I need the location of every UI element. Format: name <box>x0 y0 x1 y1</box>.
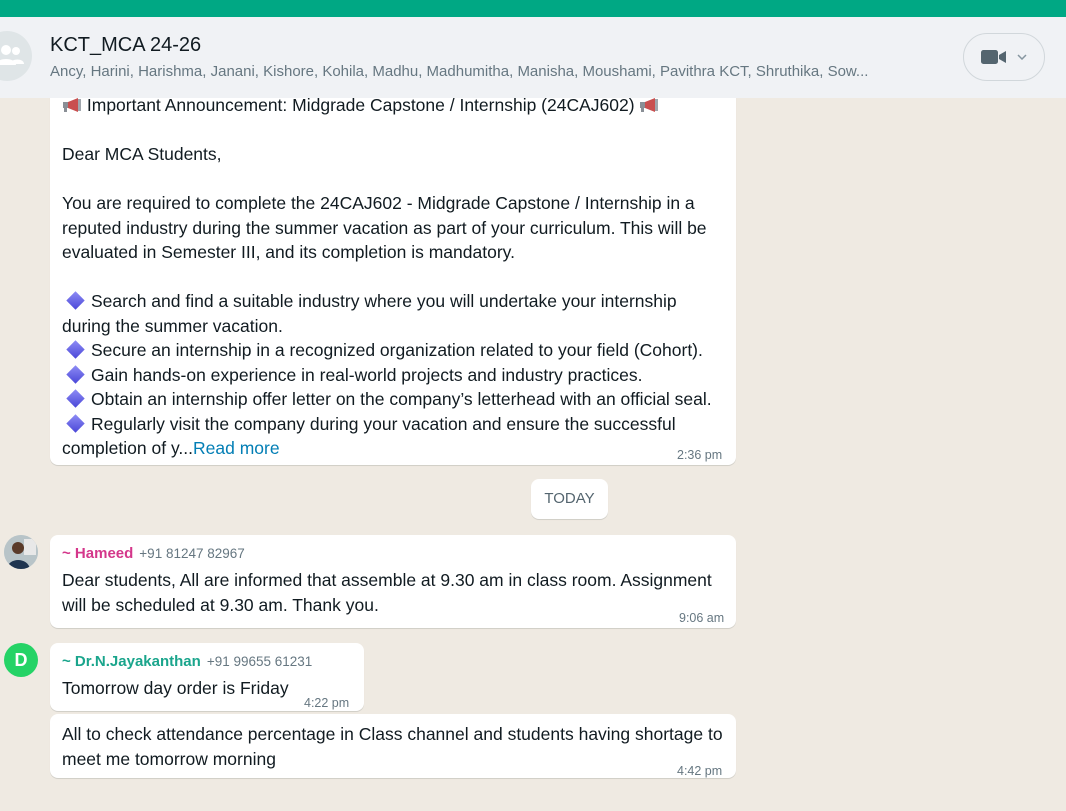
message-text: Dear students, All are informed that ass… <box>62 570 712 590</box>
sender-line: ~ Dr.N.Jayakanthan +91 99655 61231 <box>62 652 362 672</box>
date-divider: TODAY <box>531 479 608 519</box>
announcement-para-line: You are required to complete the 24CAJ60… <box>62 193 695 213</box>
announcement-title-line: Important Announcement: Midgrade Capston… <box>62 98 732 118</box>
bullet-item-continuation: during the summer vacation. <box>62 315 283 336</box>
message-text: will be scheduled at 9.30 am. Thank you. <box>62 594 379 615</box>
message-time: 4:22 pm <box>304 696 350 710</box>
chat-panel[interactable]: Important Announcement: Midgrade Capston… <box>0 98 1066 811</box>
message-time: 2:36 pm <box>677 448 723 462</box>
blue-diamond-icon <box>66 291 85 310</box>
bullet-item-continuation: completion of y...Read more <box>62 438 280 458</box>
message-bubble-jayakanthan[interactable]: ~ Dr.N.Jayakanthan +91 99655 61231 Tomorr… <box>50 643 364 711</box>
chat-header[interactable]: KCT_MCA 24-26 Ancy, Harini, Harishma, Ja… <box>0 17 1066 98</box>
video-camera-icon <box>981 50 1006 64</box>
megaphone-icon <box>639 98 659 112</box>
message-time: 4:42 pm <box>677 764 723 778</box>
sender-phone[interactable]: +91 81247 82967 <box>139 546 244 561</box>
group-avatar[interactable] <box>0 31 32 81</box>
message-bubble-attendance[interactable]: All to check attendance percentage in Cl… <box>50 714 736 778</box>
blue-diamond-icon <box>66 413 85 433</box>
chevron-down-icon <box>1017 54 1027 60</box>
announcement-title: Important Announcement: Midgrade Capston… <box>86 98 635 115</box>
group-members[interactable]: Ancy, Harini, Harishma, Janani, Kishore,… <box>50 63 920 80</box>
bullet-item: Regularly visit the company during your … <box>62 412 732 437</box>
message-text: meet me tomorrow morning <box>62 748 276 769</box>
top-accent-bar <box>0 0 1066 17</box>
message-bubble-hameed[interactable]: ~ Hameed +91 81247 82967 Dear students, A… <box>50 535 736 628</box>
announcement-para-line: reputed industry during the summer vacat… <box>62 217 707 238</box>
sender-line: ~ Hameed +91 81247 82967 <box>62 544 732 564</box>
message-text: All to check attendance percentage in Cl… <box>62 724 723 744</box>
bullet-item: Search and find a suitable industry wher… <box>62 289 732 314</box>
bullet-item: Gain hands-on experience in real-world p… <box>62 363 732 388</box>
bullet-item: Secure an internship in a recognized org… <box>62 338 732 363</box>
avatar[interactable] <box>4 535 38 569</box>
message-bubble-announcement[interactable]: Important Announcement: Midgrade Capston… <box>50 98 736 465</box>
announcement-greeting: Dear MCA Students, <box>62 144 222 164</box>
bullet-item: Obtain an internship offer letter on the… <box>62 387 732 412</box>
sender-name[interactable]: ~ Hameed <box>62 545 133 562</box>
message-time: 9:06 am <box>679 611 725 625</box>
sender-name[interactable]: ~ Dr.N.Jayakanthan <box>62 653 201 670</box>
blue-diamond-icon <box>66 364 85 384</box>
read-more-link[interactable]: Read more <box>193 438 280 458</box>
blue-diamond-icon <box>66 340 85 359</box>
group-icon <box>0 45 24 65</box>
sender-phone[interactable]: +91 99655 61231 <box>207 654 312 669</box>
group-name[interactable]: KCT_MCA 24-26 <box>50 34 201 57</box>
avatar[interactable]: D <box>4 643 38 677</box>
megaphone-icon <box>62 98 82 112</box>
announcement-para-line: evaluated in Semester III, and its compl… <box>62 242 515 262</box>
blue-diamond-icon <box>66 389 85 408</box>
video-call-button[interactable] <box>963 33 1045 81</box>
person-photo-icon <box>4 535 38 569</box>
